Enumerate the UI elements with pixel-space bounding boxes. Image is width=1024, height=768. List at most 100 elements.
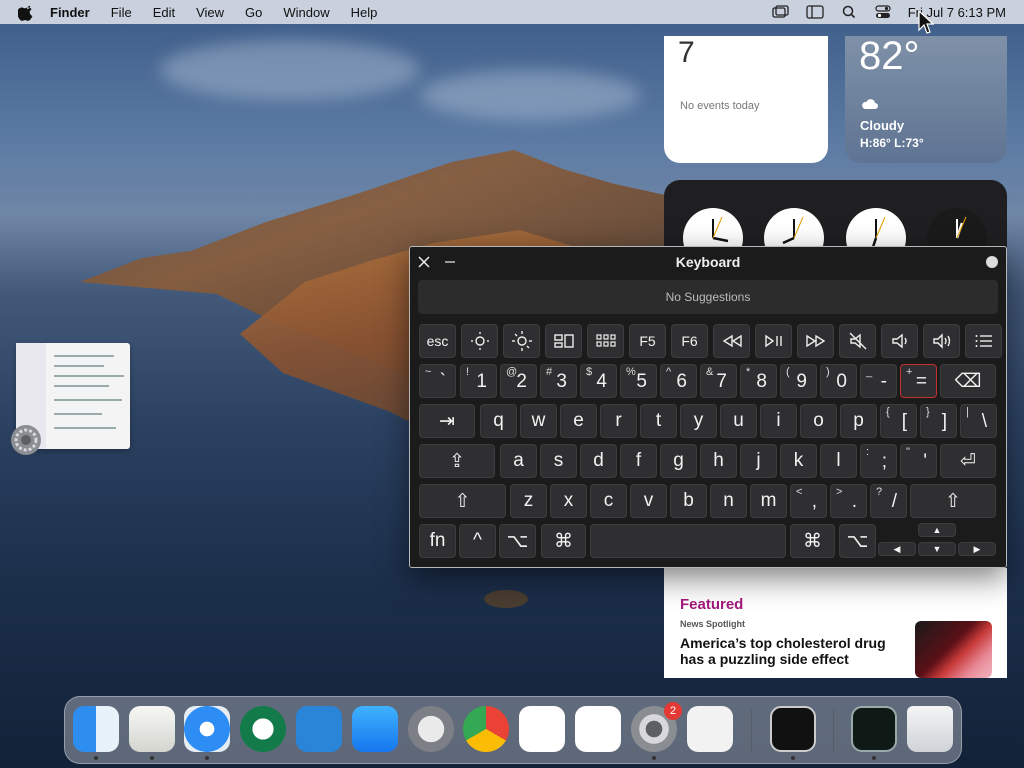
key-brightness-up[interactable] [503,324,540,358]
key-volume-up[interactable] [923,324,960,358]
key-'[interactable]: " ' [900,444,937,478]
key-t[interactable]: t [640,404,677,438]
key-h[interactable]: h [700,444,737,478]
menu-view[interactable]: View [196,5,224,20]
key-delete[interactable]: ⌫ [940,364,996,398]
world-clock-widget[interactable] [664,180,1007,250]
key-o[interactable]: o [800,404,837,438]
key-`[interactable]: ~ ` [419,364,456,398]
key-fast-forward[interactable] [797,324,834,358]
key-g[interactable]: g [660,444,697,478]
key-[[interactable]: {[ [880,404,917,438]
key-play-pause[interactable] [755,324,792,358]
key-launchpad[interactable] [587,324,624,358]
key-rewind[interactable] [713,324,750,358]
dock-terminal[interactable] [770,706,816,752]
key-y[interactable]: y [680,404,717,438]
key-n[interactable]: n [710,484,747,518]
menu-edit[interactable]: Edit [153,5,175,20]
key-left-command[interactable]: ⌘ [541,524,586,558]
news-widget[interactable]: Featured News Spotlight America’s top ch… [664,568,1007,678]
dock-time-machine[interactable] [240,706,286,752]
key-z[interactable]: z [510,484,547,518]
key-r[interactable]: r [600,404,637,438]
key-esc[interactable]: esc [419,324,456,358]
key-,[interactable]: <, [790,484,827,518]
key-right-shift[interactable]: ⇧ [910,484,996,518]
screen-mirroring-icon[interactable] [772,5,790,19]
dock-launchpad[interactable] [687,706,733,752]
key-F5[interactable]: F5 [629,324,666,358]
key-4[interactable]: $4 [580,364,617,398]
key-][interactable]: }] [920,404,957,438]
key-tab[interactable]: ⇥ [419,404,475,438]
key-F6[interactable]: F6 [671,324,708,358]
keyboard-title-bar[interactable]: Keyboard [410,247,1006,277]
key-d[interactable]: d [580,444,617,478]
key-8[interactable]: * 8 [740,364,777,398]
key-u[interactable]: u [720,404,757,438]
key-f[interactable]: f [620,444,657,478]
key-e[interactable]: e [560,404,597,438]
key-brightness-down[interactable] [461,324,498,358]
calendar-widget[interactable]: 7 No events today [664,36,828,163]
system-preferences-icon[interactable] [10,424,42,456]
news-thumbnail[interactable] [915,621,992,678]
key-l[interactable]: l [820,444,857,478]
key-left-option[interactable]: ⌥ [499,524,536,558]
key-=[interactable]: + = [900,364,937,398]
key-/[interactable]: ? / [870,484,907,518]
keyboard-viewer-window[interactable]: Keyboard No Suggestions esc F5 F6 ~ `! 1 @2 #3 $… [409,246,1007,568]
menu-go[interactable]: Go [245,5,262,20]
sidebar-icon[interactable] [806,5,824,19]
key-i[interactable]: i [760,404,797,438]
key-control[interactable]: ^ [459,524,496,558]
key-mission-control[interactable] [545,324,582,358]
dock-textedit[interactable] [129,706,175,752]
dock-trash[interactable] [907,706,953,752]
key-right-command[interactable]: ⌘ [790,524,835,558]
dock-safari[interactable] [184,706,230,752]
key-left-shift[interactable]: ⇧ [419,484,506,518]
key-5[interactable]: % 5 [620,364,657,398]
control-center-icon[interactable] [874,5,892,19]
key-k[interactable]: k [780,444,817,478]
key--[interactable]: _ - [860,364,897,398]
key-mute[interactable] [839,324,876,358]
key-right-option[interactable]: ⌥ [839,524,876,558]
apple-menu-icon[interactable] [18,3,36,21]
key-b[interactable]: b [670,484,707,518]
dock-vscode[interactable] [575,706,621,752]
key-v[interactable]: v [630,484,667,518]
key-arrow-down[interactable]: ▼ [918,542,956,556]
dock-activity-monitor[interactable] [851,706,897,752]
key-1[interactable]: ! 1 [460,364,497,398]
key-.[interactable]: >. [830,484,867,518]
key-caps-lock[interactable]: ⇪ [419,444,495,478]
search-icon[interactable] [840,5,858,19]
key-list[interactable] [965,324,1002,358]
key-s[interactable]: s [540,444,577,478]
dock-google-chrome[interactable] [463,706,509,752]
key-w[interactable]: w [520,404,557,438]
key-volume-down[interactable] [881,324,918,358]
menu-help[interactable]: Help [351,5,378,20]
key-return[interactable]: ⏎ [940,444,996,478]
key-p[interactable]: p [840,404,877,438]
key-2[interactable]: @2 [500,364,537,398]
key-6[interactable]: ^ 6 [660,364,697,398]
options-menu-button[interactable] [986,256,998,268]
key-arrow-up[interactable]: ▲ [918,523,956,537]
key-arrow-left[interactable]: ◀ [878,542,916,556]
key-x[interactable]: x [550,484,587,518]
key-c[interactable]: c [590,484,627,518]
dock-app-store[interactable] [352,706,398,752]
dock-visual-studio[interactable] [519,706,565,752]
menu-window[interactable]: Window [283,5,329,20]
key-fn[interactable]: fn [419,524,456,558]
key-j[interactable]: j [740,444,777,478]
weather-widget[interactable]: 82° Cloudy H:86° L:73° [845,34,1007,163]
dock-system-information[interactable] [296,706,342,752]
key-3[interactable]: #3 [540,364,577,398]
key-m[interactable]: m [750,484,787,518]
